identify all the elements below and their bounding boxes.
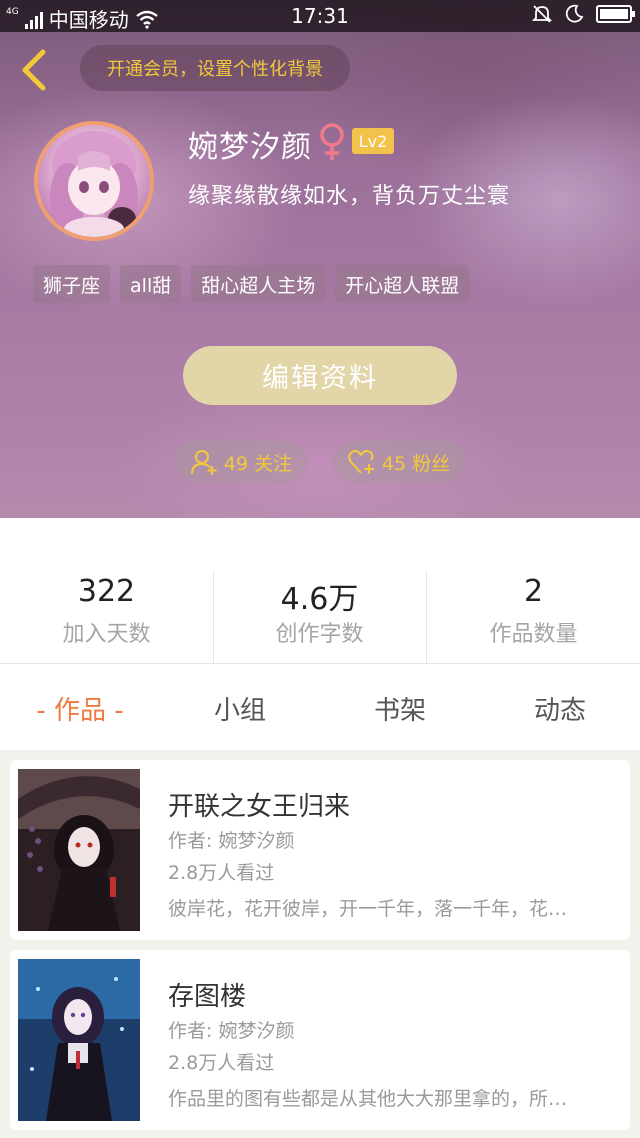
moon-icon (565, 4, 584, 23)
back-button[interactable] (14, 46, 54, 94)
stat-value: 2 (523, 574, 544, 609)
stat-label: 加入天数 (62, 622, 151, 647)
work-author: 作者: 婉梦汐颜 (168, 830, 295, 852)
tag-list: 狮子座 all甜 甜心超人主场 开心超人联盟 (33, 265, 470, 303)
tab-activity[interactable]: 动态 (520, 690, 600, 727)
works-list: 开联之女王归来 作者: 婉梦汐颜 2.8万人看过 彼岸花，花开彼岸，开一千年，落… (0, 750, 640, 1138)
work-cover-image (18, 769, 140, 931)
work-author: 作者: 婉梦汐颜 (168, 1020, 295, 1042)
tag[interactable]: 甜心超人主场 (191, 265, 326, 303)
fans-count: 45 粉丝 (381, 452, 451, 475)
level-badge: Lv2 (352, 128, 394, 154)
username: 婉梦汐颜 (188, 130, 312, 165)
stat-value: 322 (77, 574, 136, 609)
work-title: 开联之女王归来 (168, 792, 351, 822)
avatar-image (50, 131, 138, 237)
tag[interactable]: 狮子座 (33, 265, 111, 303)
work-views: 2.8万人看过 (168, 862, 275, 884)
stat-label: 创作字数 (275, 622, 364, 647)
avatar[interactable] (34, 121, 154, 241)
status-right (532, 4, 635, 24)
stat-value: 4.6万 (280, 582, 359, 617)
mute-bell-icon (532, 5, 552, 23)
tag[interactable]: all甜 (120, 265, 182, 303)
chevron-left-icon (22, 49, 46, 91)
stat-word-count: 4.6万 创作字数 (213, 518, 426, 664)
profile-header: 4G 中国移动 17:31 开通会员，设置个性化背景 婉梦汐颜 Lv2 缘聚缘散… (0, 0, 640, 518)
vip-background-button[interactable]: 开通会员，设置个性化背景 (80, 45, 350, 91)
signature: 缘聚缘散缘如水，背负万丈尘寰 (188, 184, 511, 209)
tab-bookshelf[interactable]: 书架 (360, 690, 440, 727)
stat-work-count: 2 作品数量 (427, 518, 640, 664)
heart-plus-icon (348, 450, 374, 474)
work-description: 彼岸花，花开彼岸，开一千年，落一千年，花… (168, 898, 568, 920)
tab-groups[interactable]: 小组 (200, 690, 280, 727)
female-icon (320, 123, 344, 160)
tag[interactable]: 开心超人联盟 (335, 265, 470, 303)
work-title: 存图楼 (168, 982, 247, 1012)
following-button[interactable]: 49 关注 (175, 441, 307, 483)
tab-works[interactable]: - 作品 - (28, 690, 132, 727)
work-card[interactable]: 存图楼 作者: 婉梦汐颜 2.8万人看过 作品里的图有些都是从其他大大那里拿的，… (10, 950, 630, 1130)
fans-button[interactable]: 45 粉丝 (333, 441, 465, 483)
battery-icon (596, 5, 635, 23)
tab-bar: - 作品 - 小组 书架 动态 (0, 664, 640, 750)
add-user-icon (190, 450, 217, 475)
stats-bar: 322 加入天数 4.6万 创作字数 2 作品数量 (0, 518, 640, 664)
work-views: 2.8万人看过 (168, 1052, 275, 1074)
stat-label: 作品数量 (489, 622, 578, 647)
edit-profile-button[interactable]: 编辑资料 (183, 346, 457, 405)
work-cover-image (18, 959, 140, 1121)
stat-join-days: 322 加入天数 (0, 518, 213, 664)
work-card[interactable]: 开联之女王归来 作者: 婉梦汐颜 2.8万人看过 彼岸花，花开彼岸，开一千年，落… (10, 760, 630, 940)
following-count: 49 关注 (223, 452, 293, 475)
status-bar: 4G 中国移动 17:31 (0, 0, 640, 32)
work-description: 作品里的图有些都是从其他大大那里拿的，所… (168, 1088, 568, 1110)
